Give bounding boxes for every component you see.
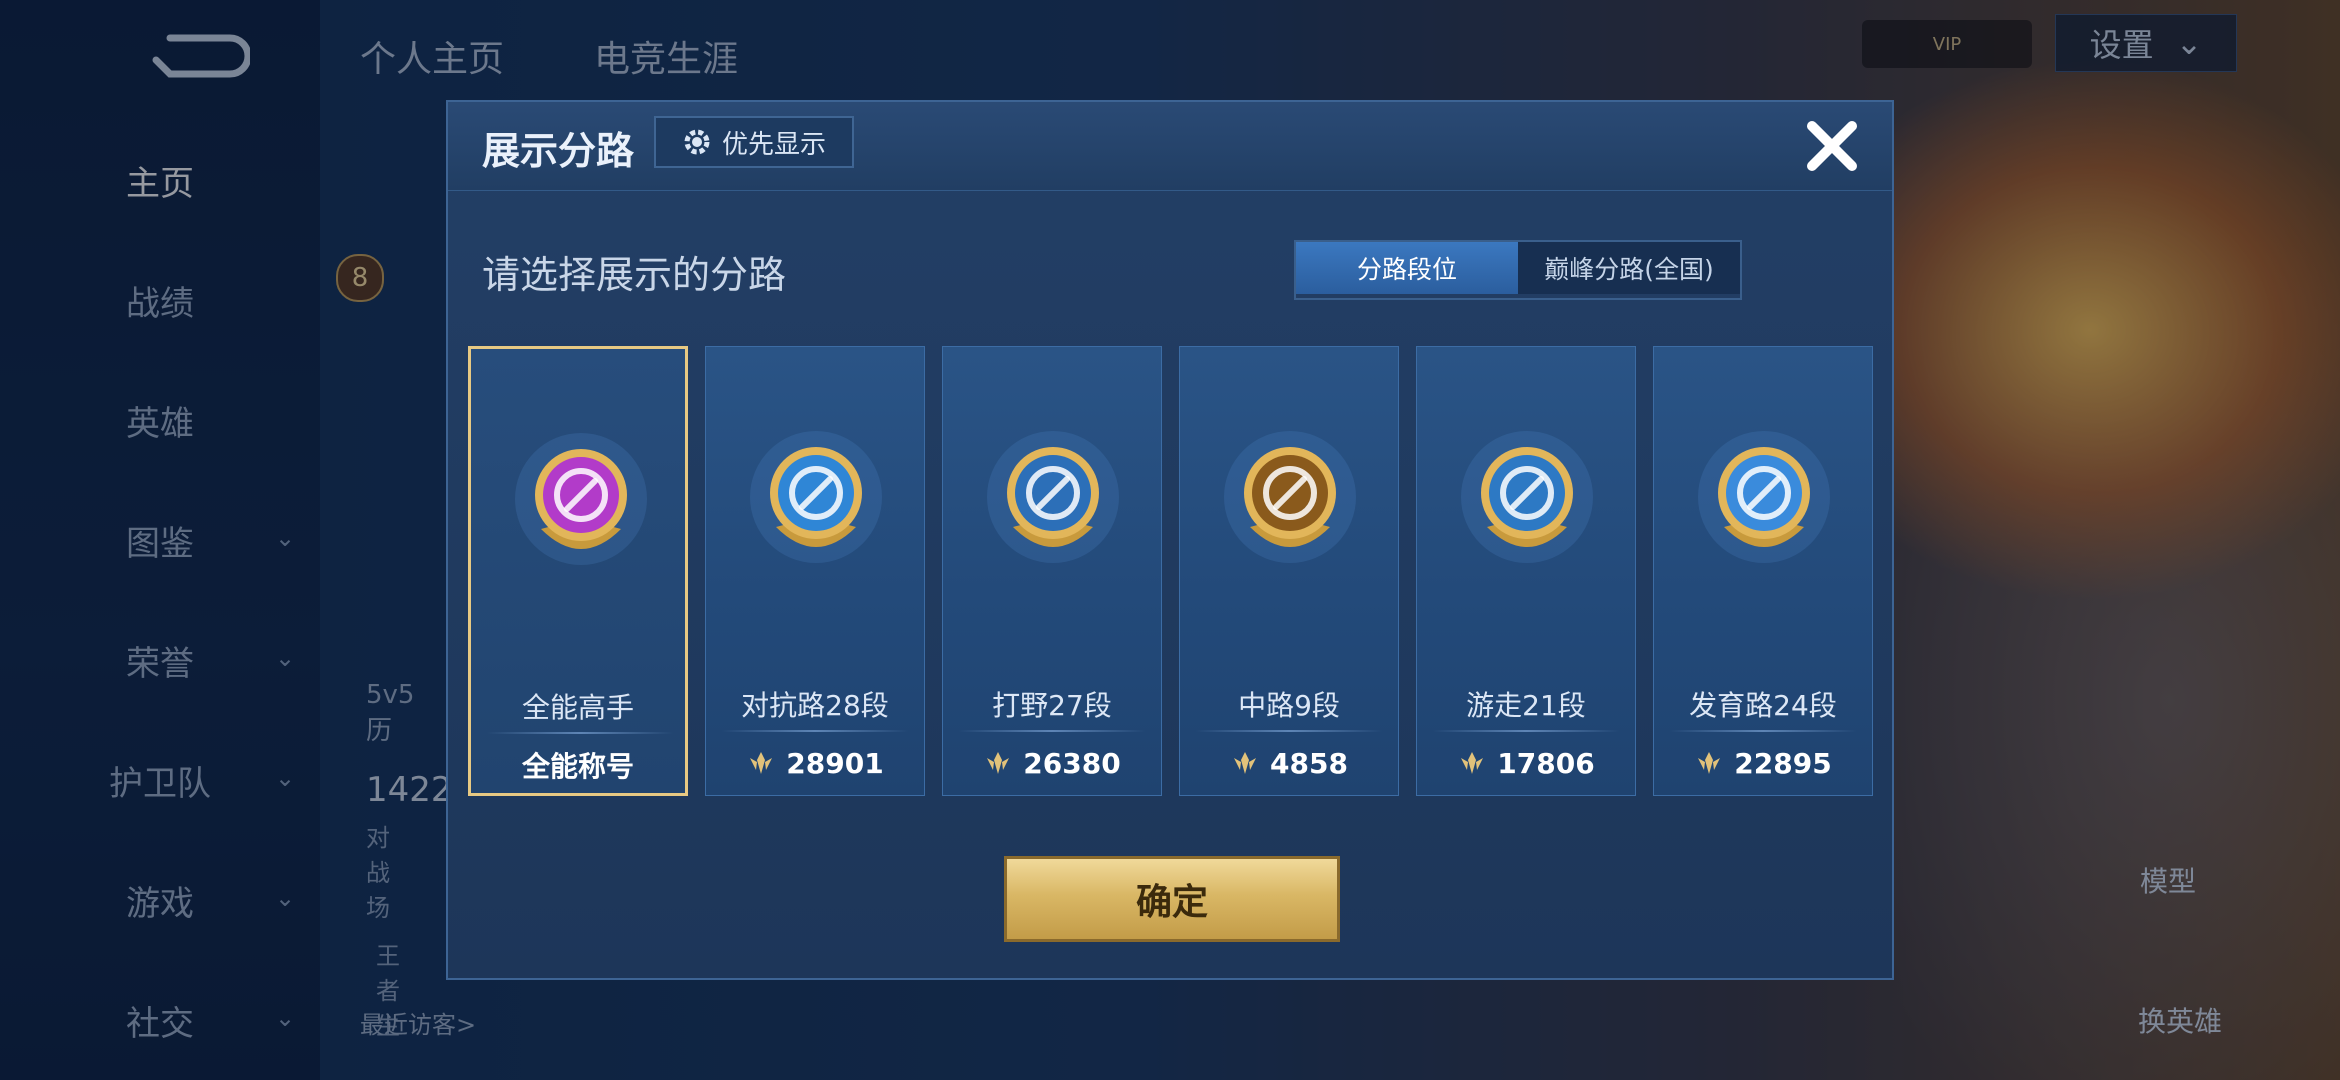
modal-title: 展示分路 — [482, 129, 635, 173]
confirm-label: 确定 — [1135, 882, 1208, 923]
priority-label: 优先显示 — [721, 129, 826, 160]
route-card-footer: 28901 — [706, 743, 924, 783]
route-card-title: 游走21段 — [1466, 689, 1586, 722]
score-icon — [1698, 752, 1721, 774]
divider — [1433, 730, 1619, 732]
route-card-value: 17806 — [1497, 746, 1595, 780]
route-card-value: 4858 — [1270, 746, 1348, 780]
target-icon — [1698, 431, 1830, 563]
route-card-title: 中路9段 — [1238, 689, 1340, 722]
tab-peak-route[interactable]: 巅峰分路(全国) — [1518, 242, 1740, 294]
route-card[interactable]: 游走21段 17806 — [1416, 346, 1636, 796]
route-card-value: 全能称号 — [521, 750, 634, 783]
score-icon — [987, 752, 1010, 774]
route-card-value: 28901 — [786, 746, 884, 780]
route-card-footer: 17806 — [1417, 743, 1635, 783]
divider — [722, 730, 908, 732]
score-icon — [1461, 752, 1484, 774]
route-tab-switch: 分路段位 巅峰分路(全国) — [1294, 240, 1742, 300]
close-icon[interactable] — [1802, 116, 1862, 176]
route-card-footer: 26380 — [943, 743, 1161, 783]
route-card-title: 对抗路28段 — [741, 689, 889, 722]
divider — [1196, 730, 1382, 732]
priority-display-button[interactable]: 优先显示 — [654, 116, 854, 168]
route-card-footer: 全能称号 — [471, 745, 685, 785]
tab-route-rank[interactable]: 分路段位 — [1296, 242, 1518, 294]
modal-subtitle: 请选择展示的分路 — [482, 253, 787, 297]
route-display-modal: 展示分路 优先显示 请选择展示的分路 分路段位 巅峰分路(全国) 全能高手全能称… — [446, 100, 1894, 980]
diamond-grid-icon — [515, 433, 647, 565]
divider — [487, 732, 673, 734]
route-card[interactable]: 对抗路28段 28901 — [705, 346, 925, 796]
divider — [1670, 730, 1856, 732]
confirm-button[interactable]: 确定 — [1004, 856, 1340, 942]
dragon-icon — [987, 431, 1119, 563]
score-icon — [1234, 752, 1257, 774]
route-card-footer: 4858 — [1180, 743, 1398, 783]
route-card-footer: 22895 — [1654, 743, 1872, 783]
modal-header: 展示分路 优先显示 — [448, 102, 1892, 191]
route-card-value: 22895 — [1734, 746, 1832, 780]
score-icon — [750, 752, 773, 774]
route-card-value: 26380 — [1023, 746, 1121, 780]
route-card-title: 全能高手 — [521, 691, 634, 724]
gear-icon — [684, 129, 710, 155]
route-card[interactable]: 全能高手 全能称号 — [468, 346, 688, 796]
divider — [959, 730, 1145, 732]
route-card[interactable]: 发育路24段 22895 — [1653, 346, 1873, 796]
wand-icon — [1224, 431, 1356, 563]
route-card-title: 打野27段 — [992, 689, 1112, 722]
wings-icon — [1461, 431, 1593, 563]
route-card[interactable]: 打野27段 26380 — [942, 346, 1162, 796]
route-card-title: 发育路24段 — [1689, 689, 1837, 722]
crossed-swords-icon — [750, 431, 882, 563]
route-card[interactable]: 中路9段 4858 — [1179, 346, 1399, 796]
